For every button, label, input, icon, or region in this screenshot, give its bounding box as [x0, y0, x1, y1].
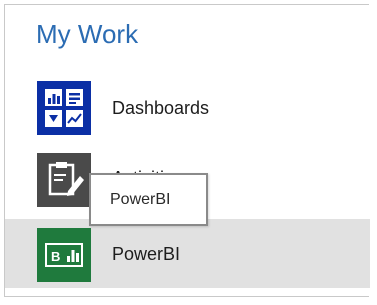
svg-text:B: B: [51, 249, 60, 264]
nav-item-label: PowerBI: [112, 244, 181, 264]
nav-item-powerbi[interactable]: B PowerBI: [5, 219, 370, 288]
my-work-panel: My Work Dashboards B PowerBI: [4, 4, 370, 297]
powerbi-icon: B: [37, 228, 91, 282]
dashboards-icon: [37, 81, 91, 135]
activities-icon: [37, 153, 91, 207]
tooltip: PowerBI: [89, 173, 208, 226]
nav-item-dashboards[interactable]: Dashboards: [5, 71, 370, 145]
nav-item-label: Dashboards: [112, 98, 210, 118]
tooltip-text: PowerBI: [110, 191, 171, 208]
panel-title: My Work: [36, 19, 139, 49]
